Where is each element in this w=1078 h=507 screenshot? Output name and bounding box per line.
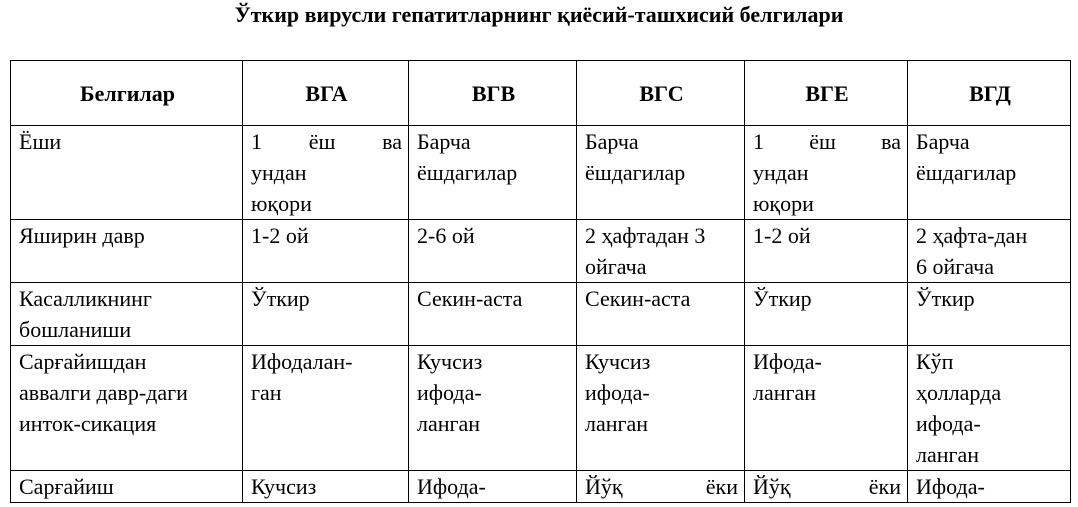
cell-text: ундан (753, 160, 809, 185)
cell-text: Яширин давр (19, 223, 145, 248)
cell-text: бошланиши (19, 317, 132, 342)
cell-text: Сарғайиш (19, 474, 114, 499)
cell-text: Секин-аста (585, 286, 691, 311)
table-cell: 1-2 ой (744, 219, 908, 283)
table-cell: 2 ҳафтадан 3 ойгача (576, 219, 745, 283)
cell-text: 1 ёш ва (753, 129, 901, 154)
table-cell: Секин-аста (576, 282, 745, 346)
cell-text: ойгача (585, 254, 647, 279)
cell-text: Ўткир (251, 286, 310, 311)
table-cell: 1 ёш ва ундан юқори (744, 125, 908, 220)
cell-text: 1 ёш ва (251, 129, 402, 154)
cell-text: Йўқ ёки (753, 474, 901, 499)
table-row: Сарғайишдан аввалги давр-даги инток-сика… (10, 345, 1071, 471)
cell-text: аввалги давр-даги (19, 380, 188, 405)
cell-text: Кучсиз (585, 349, 651, 374)
cell-text: Ифода- (753, 349, 822, 374)
cell-text: Кўп (916, 349, 954, 374)
cell-text: ҳолларда (916, 380, 1002, 405)
cell-text: ифода- (585, 380, 650, 405)
cell-text: 1-2 ой (251, 223, 309, 248)
cell-text: ёшдагилар (585, 160, 686, 185)
cell-text: 6 ойгача (916, 254, 995, 279)
cell-text: Кучсиз (417, 349, 483, 374)
table-row: Касалликнинг бошланиши Ўткир Секин-аста … (10, 282, 1071, 346)
cell-text: ланган (417, 411, 481, 436)
table-cell: 2 ҳафта-дан 6 ойгача (907, 219, 1071, 283)
cell-text: инток-сикация (19, 411, 157, 436)
table-row: Ёши 1 ёш ва ундан юқори Барча ёшдагилар … (10, 125, 1071, 220)
cell-text: ланган (585, 411, 649, 436)
table-cell: Йўқ ёки (576, 470, 745, 503)
table-cell: Кучсиз ифода- ланган (576, 345, 745, 471)
table-cell: Секин-аста (408, 282, 577, 346)
table-cell: Барча ёшдагилар (907, 125, 1071, 220)
table-cell: Яширин давр (10, 219, 243, 283)
table-cell: 1 ёш ва ундан юқори (242, 125, 409, 220)
cell-text: Сарғайишдан (19, 349, 147, 374)
table-cell: Ифодалан- ган (242, 345, 409, 471)
table-cell: Ёши (10, 125, 243, 220)
header-cell-hcv: ВГС (576, 60, 745, 126)
cell-text: ёшдагилар (417, 160, 518, 185)
table-cell: Йўқ ёки (744, 470, 908, 503)
header-cell-hbv: ВГВ (408, 60, 577, 126)
cell-text: 2 ҳафтадан 3 (585, 223, 706, 248)
header-cell-hdv: ВГД (907, 60, 1071, 126)
cell-text: Ёши (19, 129, 62, 154)
table-header-row: Белгилар ВГА ВГВ ВГС ВГЕ ВГД (10, 60, 1071, 126)
cell-text: Секин-аста (417, 286, 523, 311)
table-cell: Ўткир (907, 282, 1071, 346)
table-cell: Ўткир (744, 282, 908, 346)
table-cell: Сарғайишдан аввалги давр-даги инток-сика… (10, 345, 243, 471)
cell-text: Касалликнинг (19, 286, 152, 311)
table-cell: 2-6 ой (408, 219, 577, 283)
cell-text: ган (251, 380, 282, 405)
cell-text: Йўқ ёки (585, 474, 738, 499)
table-cell: Ифода- (907, 470, 1071, 503)
cell-text: Барча (585, 129, 639, 154)
header-cell-hev: ВГЕ (744, 60, 908, 126)
table-row: Сарғайиш Кучсиз Ифода- Йўқ ёки Йўқ ёки И… (10, 470, 1071, 503)
table-cell: Барча ёшдагилар (576, 125, 745, 220)
page-title: Ўткир вирусли гепатитларнинг қиёсий-ташх… (234, 2, 844, 27)
table-cell: Кучсиз (242, 470, 409, 503)
cell-text: Барча (417, 129, 471, 154)
cell-text: ифода- (417, 380, 482, 405)
cell-text: ифода- (916, 411, 981, 436)
cell-text: Ўткир (916, 286, 975, 311)
cell-text: Ифодалан- (251, 349, 353, 374)
cell-text: юқори (753, 191, 814, 216)
cell-text: ундан (251, 160, 307, 185)
cell-text: ёшдагилар (916, 160, 1017, 185)
header-cell-hav: ВГА (242, 60, 409, 126)
cell-text: 1-2 ой (753, 223, 811, 248)
cell-text: Кучсиз (251, 474, 317, 499)
cell-text: Ифода- (417, 474, 486, 499)
comparison-table: Белгилар ВГА ВГВ ВГС ВГЕ ВГД Ёши 1 ёш ва… (10, 60, 1071, 503)
table-cell: Ифода- (408, 470, 577, 503)
header-cell-signs: Белгилар (10, 60, 243, 126)
table-row: Яширин давр 1-2 ой 2-6 ой 2 ҳафтадан 3 о… (10, 219, 1071, 283)
table-cell: Касалликнинг бошланиши (10, 282, 243, 346)
cell-text: ланган (753, 380, 817, 405)
table-cell: Кўп ҳолларда ифода- ланган (907, 345, 1071, 471)
cell-text: 2-6 ой (417, 223, 475, 248)
table-cell: Ўткир (242, 282, 409, 346)
table-cell: Барча ёшдагилар (408, 125, 577, 220)
table-cell: 1-2 ой (242, 219, 409, 283)
cell-text: Ўткир (753, 286, 812, 311)
cell-text: Барча (916, 129, 970, 154)
table-cell: Кучсиз ифода- ланган (408, 345, 577, 471)
cell-text: 2 ҳафта-дан (916, 223, 1028, 248)
cell-text: ланган (916, 442, 980, 467)
table-cell: Ифода- ланган (744, 345, 908, 471)
cell-text: Ифода- (916, 474, 985, 499)
table-cell: Сарғайиш (10, 470, 243, 503)
cell-text: юқори (251, 191, 312, 216)
